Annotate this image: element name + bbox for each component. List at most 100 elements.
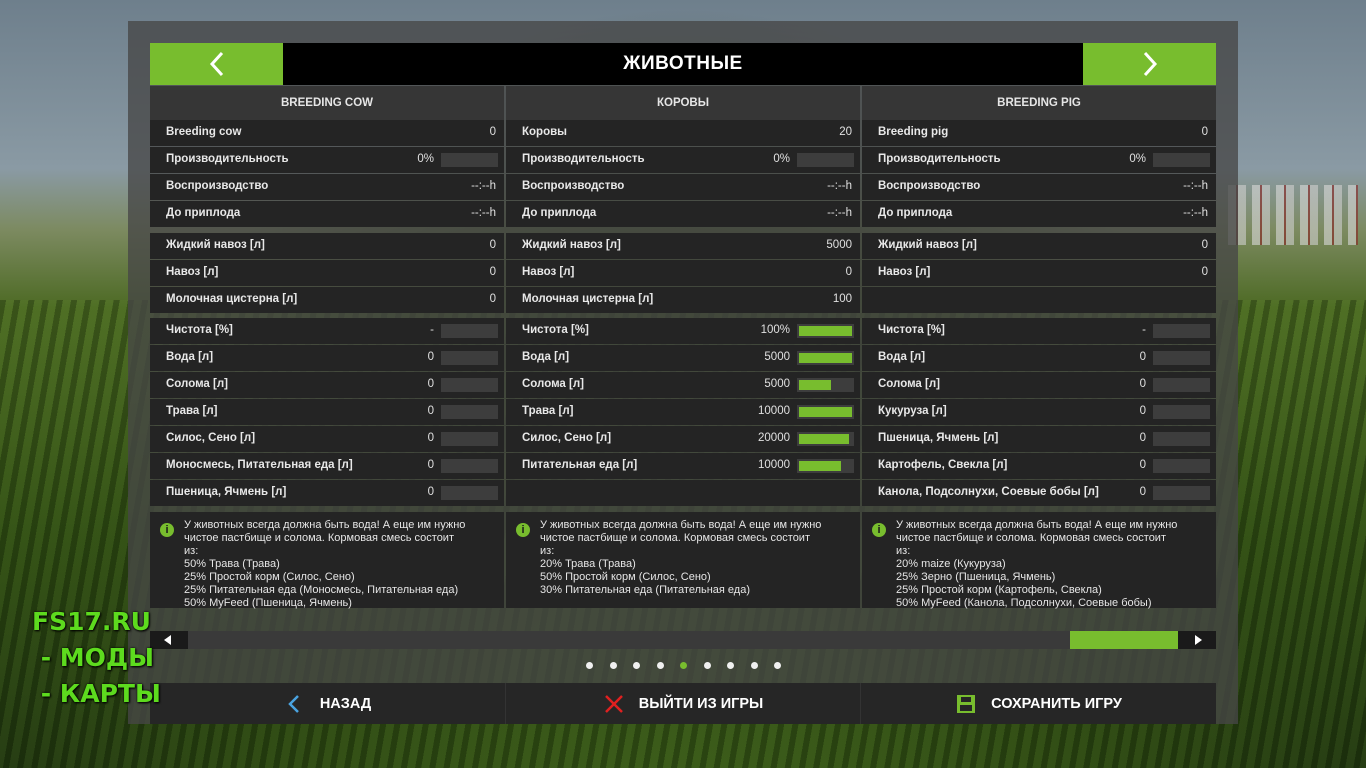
- scroll-right-button[interactable]: [1188, 631, 1208, 649]
- stat-row: Вода [л] 0: [150, 345, 504, 371]
- stat-row: Картофель, Свекла [л] 0: [862, 453, 1216, 479]
- background-flags: [1228, 185, 1358, 245]
- stat-row: [862, 287, 1216, 313]
- page-dot[interactable]: [774, 662, 781, 669]
- stat-value: 0: [1139, 378, 1146, 390]
- progress-fill: [799, 326, 852, 336]
- stat-row: Солома [л] 0: [150, 372, 504, 398]
- stat-label: Картофель, Свекла [л]: [878, 459, 1008, 471]
- stat-row: Жидкий навоз [л] 5000: [506, 233, 860, 259]
- stat-row: До приплода --:--h: [150, 201, 504, 227]
- page-dot[interactable]: [680, 662, 687, 669]
- progress-bar: [1153, 432, 1210, 446]
- save-icon: [957, 694, 976, 713]
- stat-value: 0: [1139, 486, 1146, 498]
- progress-fill: [799, 461, 841, 471]
- stat-row: Пшеница, Ячмень [л] 0: [150, 480, 504, 506]
- scroll-track[interactable]: [188, 631, 1178, 649]
- stat-label: Коровы: [522, 126, 567, 138]
- stat-row: Чистота [%] -: [862, 318, 1216, 344]
- stat-label: Вода [л]: [166, 351, 214, 363]
- progress-bar: [1153, 378, 1210, 392]
- page-dot[interactable]: [657, 662, 664, 669]
- stat-label: Воспроизводство: [878, 180, 981, 192]
- stat-label: Воспроизводство: [522, 180, 625, 192]
- stat-row: Молочная цистерна [л] 0: [150, 287, 504, 313]
- stat-value: 5000: [764, 351, 790, 363]
- stats-list: Breeding pig 0 Производительность 0% Воспрои…: [862, 120, 1216, 506]
- scroll-thumb[interactable]: [1070, 631, 1178, 649]
- stat-label: Чистота [%]: [878, 324, 945, 336]
- progress-bar: [441, 153, 498, 167]
- page-dot[interactable]: [704, 662, 711, 669]
- chevron-left-icon: [209, 51, 223, 77]
- progress-bar: [797, 459, 854, 473]
- stat-row: Жидкий навоз [л] 0: [150, 233, 504, 259]
- info-icon: i: [872, 523, 886, 537]
- stat-row: Жидкий навоз [л] 0: [862, 233, 1216, 259]
- page-dot[interactable]: [633, 662, 640, 669]
- back-button[interactable]: НАЗАД: [150, 683, 506, 724]
- stat-row: Вода [л] 5000: [506, 345, 860, 371]
- page-dot[interactable]: [610, 662, 617, 669]
- progress-bar: [1153, 405, 1210, 419]
- stat-row: До приплода --:--h: [506, 201, 860, 227]
- page-indicator: [0, 662, 1366, 672]
- stat-label: Питательная еда [л]: [522, 459, 638, 471]
- stat-row: Breeding cow 0: [150, 120, 504, 146]
- stat-row: Чистота [%] -: [150, 318, 504, 344]
- stat-label: До приплода: [878, 207, 953, 219]
- scroll-left-button[interactable]: [158, 631, 178, 649]
- quit-label: ВЫЙТИ ИЗ ИГРЫ: [638, 695, 764, 712]
- save-game-button[interactable]: СОХРАНИТЬ ИГРУ: [861, 683, 1216, 724]
- info-icon: i: [160, 523, 174, 537]
- stat-label: Пшеница, Ячмень [л]: [166, 486, 287, 498]
- stat-value: 0%: [1129, 153, 1146, 165]
- stat-label: Навоз [л]: [878, 266, 931, 278]
- page-dot[interactable]: [727, 662, 734, 669]
- stat-value: 0: [1139, 351, 1146, 363]
- animal-column-breeding-cow: BREEDING COW Breeding cow 0 Производительн…: [150, 86, 504, 506]
- triangle-right-icon: [1195, 635, 1202, 645]
- stat-label: Солома [л]: [878, 378, 940, 390]
- stat-row: Производительность 0%: [862, 147, 1216, 173]
- prev-page-button[interactable]: [150, 43, 283, 85]
- stat-row: Пшеница, Ячмень [л] 0: [862, 426, 1216, 452]
- stat-row: Навоз [л] 0: [862, 260, 1216, 286]
- progress-bar: [441, 378, 498, 392]
- stat-label: Жидкий навоз [л]: [878, 239, 977, 251]
- progress-bar: [797, 153, 854, 167]
- stat-value: -: [1142, 324, 1146, 336]
- info-text: У животных всегда должна быть вода! А ещ…: [540, 519, 822, 596]
- stat-row: Питательная еда [л] 10000: [506, 453, 860, 479]
- back-label: НАЗАД: [319, 695, 372, 712]
- page-dot[interactable]: [586, 662, 593, 669]
- column-title: BREEDING COW: [150, 86, 504, 120]
- stat-row: Навоз [л] 0: [506, 260, 860, 286]
- page-dot[interactable]: [751, 662, 758, 669]
- stat-row: Воспроизводство --:--h: [150, 174, 504, 200]
- stat-row: Силос, Сено [л] 20000: [506, 426, 860, 452]
- stat-label: Breeding pig: [878, 126, 949, 138]
- stat-value: 0: [1139, 405, 1146, 417]
- progress-bar: [797, 324, 854, 338]
- stat-label: Breeding cow: [166, 126, 242, 138]
- page-title: ЖИВОТНЫЕ: [623, 53, 743, 74]
- stat-label: Солома [л]: [522, 378, 584, 390]
- stat-label: Навоз [л]: [522, 266, 575, 278]
- stat-value: 0: [489, 126, 496, 138]
- horizontal-scrollbar[interactable]: [150, 631, 1216, 649]
- quit-game-button[interactable]: ВЫЙТИ ИЗ ИГРЫ: [506, 683, 861, 724]
- animal-column-cows: КОРОВЫ Коровы 20 Производительность 0% Воспр…: [506, 86, 860, 506]
- stat-row: Производительность 0%: [506, 147, 860, 173]
- stat-value: 0: [1201, 126, 1208, 138]
- stat-value: 0: [1139, 432, 1146, 444]
- info-text: У животных всегда должна быть вода! А ещ…: [184, 519, 466, 609]
- stat-value: 0: [427, 486, 434, 498]
- stat-row: Воспроизводство --:--h: [862, 174, 1216, 200]
- stat-label: Вода [л]: [878, 351, 926, 363]
- stat-value: 20: [839, 126, 852, 138]
- next-page-button[interactable]: [1083, 43, 1216, 85]
- save-label: СОХРАНИТЬ ИГРУ: [991, 695, 1122, 712]
- stat-value: 5000: [764, 378, 790, 390]
